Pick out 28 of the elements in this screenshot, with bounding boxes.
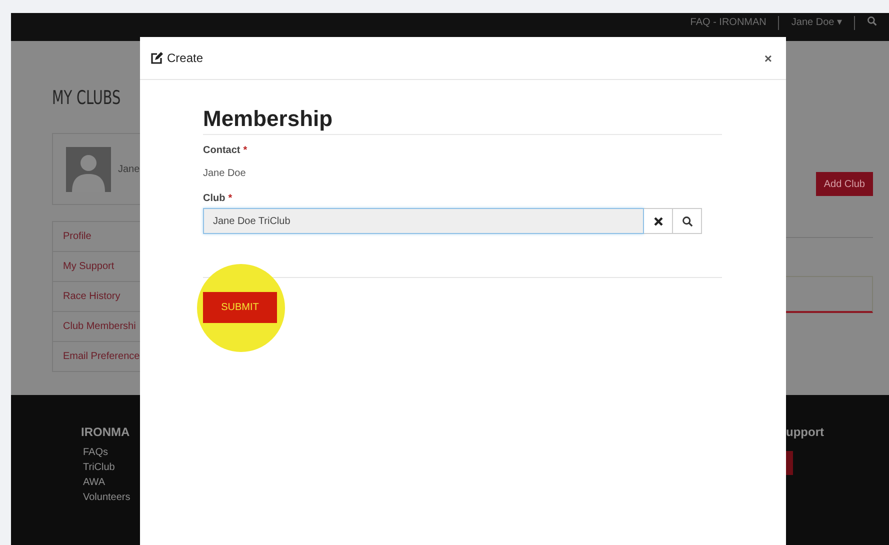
required-mark: * [243,145,248,156]
footer-link[interactable]: AWA [83,475,140,490]
footer-link[interactable]: FAQs [83,445,140,460]
close-button[interactable]: × [760,50,776,66]
search-icon [867,16,877,26]
footer-heading: IRONMA [81,425,131,439]
search-button[interactable] [673,208,702,234]
footer-heading: upport [786,425,825,439]
submit-button[interactable]: SUBMIT [203,292,277,323]
field-label: Club [203,193,226,204]
clear-button[interactable] [644,208,673,234]
add-club-button[interactable]: Add Club [816,172,873,196]
contact-value: Jane Doe [203,168,247,179]
required-mark: * [228,193,232,204]
form-heading: Membership [203,106,722,135]
profile-name: Jane [118,164,140,174]
user-menu[interactable]: Jane Doe ▾ [791,16,842,30]
footer-link[interactable]: Volunteers [83,490,140,505]
dialog-title: Create [167,51,204,65]
input-field[interactable]: Jane Doe TriClub [203,208,644,234]
footer-link[interactable]: TriClub [83,460,140,475]
edit-icon [150,52,163,64]
faq-link[interactable]: FAQ - IRONMAN [690,16,766,30]
search-icon [682,216,692,226]
close-icon [654,216,662,226]
field-label: Contact [203,145,240,156]
page-title: MY CLUBS [52,87,122,109]
avatar-placeholder-icon [66,146,111,192]
